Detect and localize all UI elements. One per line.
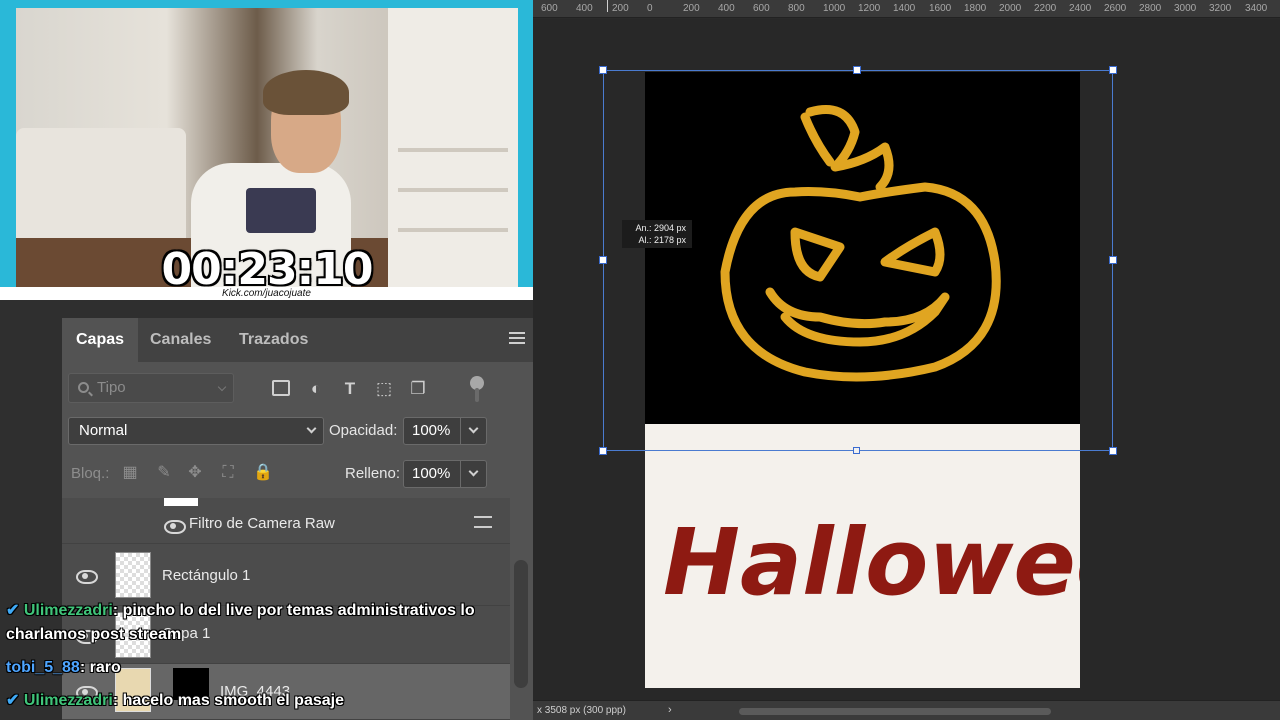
ruler-tick: 3000 [1174,3,1197,14]
webcam-overlay: 00:23:10 Kick.com/juacojuate [0,0,533,300]
chevron-down-icon [468,466,479,477]
ruler-cursor-marker [607,0,608,12]
ruler-tick: 200 [683,3,700,14]
ruler-tick: 1200 [858,3,881,14]
panel-tabs: Capas Canales Trazados [62,318,533,362]
horizontal-ruler: 600 400 200 0 200 400 600 800 1000 1200 1400 1600 18… [533,0,1280,18]
layer-thumbnail [115,552,151,598]
webcam-video: 00:23:10 [16,8,518,288]
ruler-tick: 2800 [1139,3,1162,14]
lock-all-icon[interactable]: 🔒 [253,464,273,482]
tab-capas[interactable]: Capas [62,318,139,362]
tooltip-width: An.: 2904 px [635,223,686,233]
lock-row: Bloq.: ▦ ✎ ✥ ⛶ 🔒 Relleno: 100% [62,458,533,490]
search-icon [78,382,89,393]
ruler-tick: 1600 [929,3,952,14]
filter-options-icon[interactable] [474,516,492,528]
fill-label: Relleno: [345,465,401,482]
ruler-tick: 800 [788,3,805,14]
chat-text: raro [89,659,121,676]
ruler-tick: 2000 [999,3,1022,14]
chevron-down-icon [468,423,479,434]
horizontal-scrollbar[interactable] [739,708,1051,715]
document-info: x 3508 px (300 ppp) [537,705,626,716]
ruler-tick: 3400 [1245,3,1268,14]
transform-handle[interactable] [1109,66,1117,74]
layer-row-camera-raw[interactable]: Filtro de Camera Raw [62,498,510,544]
opacity-input[interactable]: 100% [403,417,461,445]
transform-handle[interactable] [599,256,607,264]
transform-handle[interactable] [599,66,607,74]
tab-trazados[interactable]: Trazados [239,318,308,362]
smart-object-filter-icon[interactable]: ❐ [408,380,428,398]
ruler-tick: 600 [753,3,770,14]
halloween-text-drawing: Halloween [663,509,1204,616]
fill-dropdown[interactable] [461,460,487,488]
lock-label: Bloq.: [71,465,110,482]
transform-bounding-box[interactable] [603,70,1113,451]
chat-message: tobi_5_88: raro [6,659,121,676]
status-bar: x 3508 px (300 ppp) › [533,700,1280,720]
ruler-tick: 2400 [1069,3,1092,14]
kick-url: Kick.com/juacojuate [0,287,533,300]
left-panel-area: 00:23:10 Kick.com/juacojuate Capas Canal… [0,0,533,720]
search-placeholder: Tipo [97,379,126,396]
ruler-tick: 400 [576,3,593,14]
opacity-dropdown[interactable] [461,417,487,445]
chevron-down-icon [306,423,317,434]
ruler-tick: 1000 [823,3,846,14]
chat-username: Ulimezzadri [23,692,113,709]
fill-input[interactable]: 100% [403,460,461,488]
layer-filter-row: Tipo ◐ T ⬚ ❐ [62,370,533,406]
shape-filter-icon[interactable]: ⬚ [374,380,394,398]
transform-handle[interactable] [853,66,861,74]
panel-menu-icon[interactable] [509,332,525,346]
image-filter-icon[interactable] [272,380,290,396]
chat-message: ✔ Ulimezzadri: hacelo mas smooth el pasa… [6,692,344,709]
ruler-tick: 1400 [893,3,916,14]
lock-artboard-icon[interactable]: ⛶ [219,464,237,482]
chat-message: ✔ Ulimezzadri: pincho lo del live por te… [6,602,475,643]
ruler-tick: 2200 [1034,3,1057,14]
eye-icon[interactable] [164,520,186,534]
ruler-tick: 600 [541,3,558,14]
layer-kind-filter[interactable]: Tipo [68,373,234,403]
ruler-tick: 1800 [964,3,987,14]
layer-name: Filtro de Camera Raw [189,515,335,532]
transform-handle[interactable] [599,447,607,455]
eye-icon[interactable] [76,570,98,584]
lock-move-icon[interactable]: ✥ [186,464,204,482]
chevron-down-icon [217,382,227,392]
chat-username: Ulimezzadri [23,602,113,619]
tab-canales[interactable]: Canales [150,318,211,362]
layer-name: Rectángulo 1 [162,567,251,584]
transform-handle[interactable] [853,447,860,454]
chevron-right-icon[interactable]: › [668,704,672,716]
lock-paint-icon[interactable]: ✎ [155,464,173,482]
adjustment-filter-icon[interactable]: ◐ [306,380,326,398]
blend-mode-select[interactable]: Normal [68,417,324,445]
ruler-tick: 200 [612,3,629,14]
tooltip-height: Al.: 2178 px [638,235,686,245]
chat-username: tobi_5_88 [6,659,80,676]
blend-mode-value: Normal [79,422,128,439]
chat-text: hacelo mas smooth el pasaje [122,692,344,709]
transform-size-tooltip: An.: 2904 px Al.: 2178 px [622,220,692,248]
ruler-tick: 400 [718,3,735,14]
opacity-label: Opacidad: [329,422,398,439]
ruler-tick: 3200 [1209,3,1232,14]
ruler-tick: 0 [647,3,653,14]
layer-row-rectangulo[interactable]: Rectángulo 1 [62,544,510,606]
type-filter-icon[interactable]: T [340,380,360,398]
stream-timer: 00:23:10 [161,244,374,288]
transform-handle[interactable] [1109,256,1117,264]
lock-transparent-icon[interactable]: ▦ [121,464,139,482]
halloween-text: Halloween [663,509,1080,616]
transform-handle[interactable] [1109,447,1117,455]
halloween-image[interactable]: Halloween [645,424,1204,688]
ruler-tick: 2600 [1104,3,1127,14]
